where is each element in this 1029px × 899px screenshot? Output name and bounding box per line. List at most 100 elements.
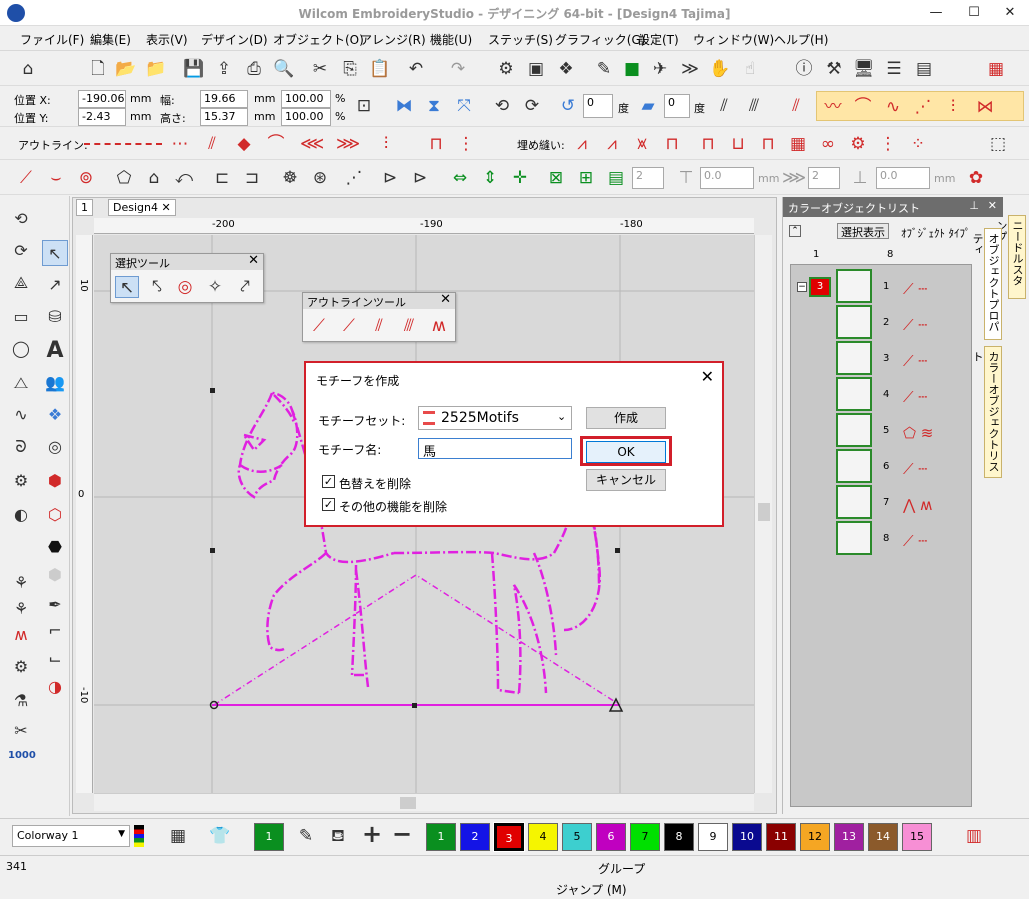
outline-triple-icon[interactable]: ⟋: [337, 315, 361, 337]
remove-other-functions-checkbox[interactable]: ✓: [322, 498, 335, 511]
rotate-icon[interactable]: ↺: [556, 95, 580, 117]
wheel-2-icon[interactable]: ⊛: [308, 167, 332, 189]
rectangle-icon[interactable]: ▭: [8, 304, 34, 330]
object-row-7[interactable]: [836, 485, 872, 519]
object-row-5[interactable]: [836, 413, 872, 447]
flip-icon[interactable]: ⤧: [452, 95, 476, 117]
colorway-select[interactable]: Colorway 1 ▼: [12, 825, 130, 847]
color-swatch-2[interactable]: 2: [460, 823, 490, 851]
spiral-icon[interactable]: ᘐ: [8, 434, 34, 460]
dotted-box-icon[interactable]: ⬚: [986, 133, 1010, 155]
print-preview-icon[interactable]: 🔍: [272, 58, 296, 80]
design-viewer-icon[interactable]: ▣: [524, 58, 548, 80]
spacing-field-2[interactable]: 0.0: [700, 167, 754, 189]
pointer-hand-icon[interactable]: ☝: [738, 58, 762, 80]
arrows-icon[interactable]: ≫: [678, 58, 702, 80]
object-row-2[interactable]: [836, 305, 872, 339]
align-4-icon[interactable]: ⊠: [544, 167, 568, 189]
ellipse-icon[interactable]: ◯: [8, 336, 34, 362]
stitch-player-icon[interactable]: ⚙: [494, 58, 518, 80]
outline-zigzag-icon[interactable]: ʍ: [427, 315, 451, 337]
tab-design4[interactable]: Design4 ✕: [108, 199, 176, 216]
color-swatch-12[interactable]: 12: [800, 823, 830, 851]
align-1-icon[interactable]: ⇔: [448, 167, 472, 189]
open-folder-icon[interactable]: 📂: [114, 58, 138, 80]
star-select-icon[interactable]: ✧: [203, 276, 227, 298]
scissors-icon[interactable]: ✂: [8, 718, 34, 744]
menu-graphics[interactable]: グラフィック(G): [555, 31, 645, 48]
circle-tool-icon[interactable]: ⊚: [74, 167, 98, 189]
cut-icon[interactable]: ✂: [308, 58, 332, 80]
outline-6-icon[interactable]: ⋘: [300, 133, 324, 155]
target-icon[interactable]: ◎: [42, 434, 68, 460]
slant-icon[interactable]: ▰: [636, 95, 660, 117]
point-select-icon[interactable]: ⤤: [233, 276, 257, 298]
horizontal-scroll-thumb[interactable]: [400, 797, 416, 809]
chevron-down-icon[interactable]: ⌄: [557, 410, 566, 423]
thread-palette-icon[interactable]: ▥: [962, 825, 986, 847]
zigzag-icon[interactable]: ʍ: [8, 622, 34, 648]
digitize-2-icon[interactable]: ⟳: [8, 238, 34, 264]
menu-file[interactable]: ファイル(F): [20, 31, 84, 48]
effect-3-icon[interactable]: ∿: [881, 96, 905, 118]
select-display-button[interactable]: 選択表示: [837, 223, 889, 239]
paint-bucket-icon[interactable]: ⛾: [326, 825, 350, 847]
reshape-1-icon[interactable]: ⊏: [210, 167, 234, 189]
frame-icon[interactable]: ■: [620, 58, 644, 80]
docker-icon[interactable]: ▤: [912, 58, 936, 80]
wheel-icon[interactable]: ☸: [278, 167, 302, 189]
fill-4-icon[interactable]: ⊓: [660, 133, 684, 155]
color-swatch-4[interactable]: 4: [528, 823, 558, 851]
height-field[interactable]: 15.37: [200, 108, 248, 126]
color-swatch-3[interactable]: 3: [493, 822, 525, 852]
redo-icon[interactable]: ↷: [446, 58, 470, 80]
digitize-3-icon[interactable]: ⟁: [8, 270, 34, 296]
maximize-button[interactable]: ☐: [955, 0, 993, 26]
home-icon[interactable]: ⌂: [16, 58, 40, 80]
color-swatch-10[interactable]: 10: [732, 823, 762, 851]
color-swatch-1[interactable]: 1: [426, 823, 456, 851]
side-tab-color-object-list[interactable]: カラーオブジェクトリスト: [971, 346, 1002, 478]
lasso-select-icon[interactable]: ◎: [173, 276, 197, 298]
menu-stitch[interactable]: ステッチ(S): [488, 31, 553, 48]
rotate-field[interactable]: 0: [583, 94, 613, 118]
remove-color-icon[interactable]: −: [390, 822, 414, 846]
effect-4-icon[interactable]: ⋰: [911, 96, 935, 118]
pos-x-field[interactable]: -190.06: [78, 90, 126, 108]
cone-2-icon[interactable]: ⊳: [408, 167, 432, 189]
shapes-icon[interactable]: ⧍: [8, 370, 34, 396]
outline-backstitch-icon[interactable]: ⫽: [367, 315, 391, 337]
align-2-icon[interactable]: ⇕: [478, 167, 502, 189]
rotate-right-icon[interactable]: ⟳: [520, 95, 544, 117]
monitor-icon[interactable]: 🖥: [852, 58, 876, 80]
tool-c-icon[interactable]: ⚙: [8, 654, 34, 680]
fill-2-icon[interactable]: ⩘: [600, 133, 624, 155]
outline-2-icon[interactable]: ⋯: [168, 133, 192, 155]
color-swatch-7[interactable]: 7: [630, 823, 660, 851]
fill-3-icon[interactable]: ⩙: [630, 133, 654, 155]
fill-11-icon[interactable]: ⋮: [876, 133, 900, 155]
outline-stemstitch-icon[interactable]: ⫻: [397, 315, 421, 337]
pin-icon[interactable]: ⊥: [969, 199, 979, 212]
scale-width-field[interactable]: 100.00: [281, 90, 331, 108]
ok-button[interactable]: OK: [586, 441, 666, 463]
outline-10-icon[interactable]: ⋮: [454, 133, 478, 155]
remove-color-change-checkbox[interactable]: ✓: [322, 475, 335, 488]
tool-a-icon[interactable]: ⚘: [8, 570, 34, 596]
color-mix-icon[interactable]: ❖: [554, 58, 578, 80]
info-icon[interactable]: ⓘ: [792, 58, 816, 80]
spacing-icon[interactable]: ⊤: [674, 167, 698, 189]
close-icon[interactable]: ✕: [440, 292, 451, 307]
spacing-field-1[interactable]: 2: [632, 167, 664, 189]
color-swatch-13[interactable]: 13: [834, 823, 864, 851]
corner-icon[interactable]: ⌐: [42, 618, 68, 644]
side-tab-needle-stamp[interactable]: ニードルスタンプ: [995, 215, 1026, 299]
create-button[interactable]: 作成: [586, 407, 666, 429]
outline-7-icon[interactable]: ⋙: [336, 133, 360, 155]
list-icon[interactable]: ☰: [882, 58, 906, 80]
vertical-scroll-thumb[interactable]: [758, 503, 770, 521]
machine-icon[interactable]: ⚒: [822, 58, 846, 80]
run-tool-icon[interactable]: ⟋: [14, 167, 38, 189]
tool-b-icon[interactable]: ⚘: [8, 596, 34, 622]
fill-satin-icon[interactable]: ⩘: [570, 133, 594, 155]
